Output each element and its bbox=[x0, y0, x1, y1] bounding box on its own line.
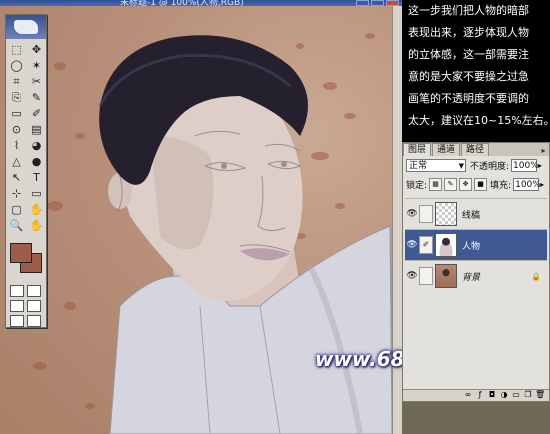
move-tool-icon[interactable]: ✥ bbox=[28, 42, 45, 57]
tools-palette-header[interactable] bbox=[6, 15, 46, 39]
eraser-tool-icon[interactable]: ⊙ bbox=[8, 122, 25, 137]
tutorial-text-block: 这一步我们把人物的暗部 表现出来，逐步体现人物 的立体感，这一部需要注 意的是大… bbox=[402, 0, 550, 142]
tutorial-line-5: 画笔的不透明度不要调的 bbox=[408, 92, 529, 105]
link-layers-icon[interactable]: ∞ bbox=[463, 390, 473, 400]
layer-link-slot[interactable] bbox=[419, 267, 433, 285]
fill-arrow-icon[interactable]: ▸ bbox=[540, 180, 544, 189]
tool-grid: ⬚ ✥ ◯ ✶ ⌗ ✂ ⎘ ✎ ▭ ✐ ⊙ ▤ ⌇ ◕ △ ● ↖ T ⊹ ▭ ▢ ✋ 🔍 ✋ bbox=[6, 39, 46, 233]
layer-style-icon[interactable]: ƒ bbox=[475, 390, 485, 400]
opacity-input[interactable]: 100% bbox=[511, 159, 539, 172]
lock-image-icon[interactable]: ✎ bbox=[444, 178, 458, 191]
healing-tool-icon[interactable]: ⎘ bbox=[8, 90, 25, 105]
layer-thumbnail bbox=[435, 233, 457, 257]
screen-mode-full-button[interactable] bbox=[10, 315, 24, 327]
dodge-tool-icon[interactable]: ◕ bbox=[28, 138, 45, 153]
delete-layer-icon[interactable]: 🗑 bbox=[535, 390, 545, 400]
blur-tool-icon[interactable]: ⌇ bbox=[8, 138, 25, 153]
photoshop-feather-icon bbox=[14, 20, 38, 34]
fill-label: 填充: bbox=[490, 181, 512, 191]
layer-row-linework[interactable]: 👁 线稿 bbox=[405, 198, 547, 229]
path-select-tool-icon[interactable]: △ bbox=[8, 154, 25, 169]
marquee-tool-icon[interactable]: ⬚ bbox=[8, 42, 25, 57]
blend-row: 正常 不透明度: 100% ▸ bbox=[403, 156, 549, 175]
slice-tool-icon[interactable]: ✂ bbox=[28, 74, 45, 89]
jump-to-imageready-button[interactable] bbox=[27, 315, 41, 327]
brush-icon[interactable]: ✐ bbox=[419, 236, 433, 254]
blend-mode-select[interactable]: 正常 bbox=[406, 159, 466, 173]
color-swatches bbox=[6, 239, 46, 283]
hand-tool-icon[interactable]: 🔍 bbox=[8, 218, 25, 233]
new-group-icon[interactable]: ▭ bbox=[511, 390, 521, 400]
tools-palette: ⬚ ✥ ◯ ✶ ⌗ ✂ ⎘ ✎ ▭ ✐ ⊙ ▤ ⌇ ◕ △ ● ↖ T ⊹ ▭ ▢ ✋ 🔍 ✋ bbox=[5, 14, 47, 328]
eyedropper-tool-icon[interactable]: ✋ bbox=[28, 202, 45, 217]
tutorial-line-4: 意的是大家不要操之过急 bbox=[408, 70, 529, 83]
crop-tool-icon[interactable]: ⌗ bbox=[8, 74, 25, 89]
rectangle-tool-icon[interactable]: ▭ bbox=[28, 186, 45, 201]
lock-all-icon[interactable]: ■ bbox=[474, 178, 488, 191]
workspace-background bbox=[402, 402, 550, 434]
lock-transparency-icon[interactable]: ▦ bbox=[429, 178, 443, 191]
visibility-eye-icon[interactable]: 👁 bbox=[405, 240, 419, 250]
fill-input[interactable]: 100% bbox=[513, 178, 541, 191]
pen-tool-icon[interactable]: ● bbox=[28, 154, 45, 169]
lock-position-icon[interactable]: ✥ bbox=[459, 178, 473, 191]
tab-layers[interactable]: 图层 bbox=[403, 143, 432, 156]
stamp-tool-icon[interactable]: ▭ bbox=[8, 106, 25, 121]
layer-link-slot[interactable] bbox=[419, 205, 433, 223]
lasso-tool-icon[interactable]: ◯ bbox=[8, 58, 25, 73]
layer-thumbnail bbox=[435, 202, 457, 226]
tab-channels[interactable]: 通道 bbox=[432, 143, 461, 156]
layer-row-background[interactable]: 👁 背景 🔒 bbox=[405, 260, 547, 291]
new-layer-icon[interactable]: ❐ bbox=[523, 390, 533, 400]
mode-buttons bbox=[6, 283, 46, 329]
opacity-label: 不透明度: bbox=[470, 162, 510, 172]
layers-panel-footer: ∞ ƒ ◘ ◑ ▭ ❐ 🗑 bbox=[403, 389, 549, 401]
zoom-tool-icon[interactable]: ✋ bbox=[28, 218, 45, 233]
screen-mode-standard-button[interactable] bbox=[10, 300, 24, 312]
visibility-eye-icon[interactable]: 👁 bbox=[405, 271, 419, 281]
adjustment-layer-icon[interactable]: ◑ bbox=[499, 390, 509, 400]
lock-options: ▦ ✎ ✥ ■ bbox=[427, 178, 488, 191]
foreground-color-swatch[interactable] bbox=[10, 243, 32, 263]
layer-list: 👁 线稿 👁 ✐ 人物 👁 背景 🔒 bbox=[405, 198, 547, 291]
lock-row: 锁定: ▦ ✎ ✥ ■ 填充: 100% ▸ bbox=[403, 175, 549, 194]
tutorial-line-3: 的立体感，这一部需要注 bbox=[408, 48, 529, 61]
standard-mode-button[interactable] bbox=[10, 285, 24, 297]
layer-name: 人物 bbox=[462, 241, 481, 252]
screen-mode-full-menu-button[interactable] bbox=[27, 300, 41, 312]
layer-mask-icon[interactable]: ◘ bbox=[487, 390, 497, 400]
lock-label: 锁定: bbox=[406, 181, 428, 191]
tutorial-line-1: 这一步我们把人物的暗部 bbox=[408, 4, 529, 17]
panel-menu-icon[interactable]: ▸ bbox=[538, 145, 549, 156]
layer-name: 背景 bbox=[462, 272, 481, 283]
lock-icon: 🔒 bbox=[531, 271, 541, 281]
layer-thumbnail bbox=[435, 264, 457, 288]
magic-wand-tool-icon[interactable]: ✶ bbox=[28, 58, 45, 73]
layers-panel-tabs: 图层 通道 路径 ▸ bbox=[403, 143, 549, 156]
layer-row-person[interactable]: 👁 ✐ 人物 bbox=[405, 229, 547, 260]
layers-panel: 图层 通道 路径 ▸ 正常 不透明度: 100% ▸ 锁定: ▦✎✥■ 填充: … bbox=[402, 142, 550, 402]
brush-tool-icon[interactable]: ✎ bbox=[28, 90, 45, 105]
tutorial-line-2: 表现出来，逐步体现人物 bbox=[408, 26, 529, 39]
history-brush-tool-icon[interactable]: ✐ bbox=[28, 106, 45, 121]
opacity-arrow-icon[interactable]: ▸ bbox=[538, 161, 542, 170]
visibility-eye-icon[interactable]: 👁 bbox=[405, 209, 419, 219]
layer-name: 线稿 bbox=[462, 210, 481, 221]
gradient-tool-icon[interactable]: ▤ bbox=[28, 122, 45, 137]
type-tool-icon[interactable]: T bbox=[28, 170, 45, 185]
tab-paths[interactable]: 路径 bbox=[461, 143, 490, 156]
tutorial-line-6: 太大，建议在10~15%左右。 bbox=[408, 114, 550, 127]
direct-select-tool-icon[interactable]: ↖ bbox=[8, 170, 25, 185]
quick-mask-button[interactable] bbox=[27, 285, 41, 297]
shape-tool-icon[interactable]: ⊹ bbox=[8, 186, 25, 201]
notes-tool-icon[interactable]: ▢ bbox=[8, 202, 25, 217]
